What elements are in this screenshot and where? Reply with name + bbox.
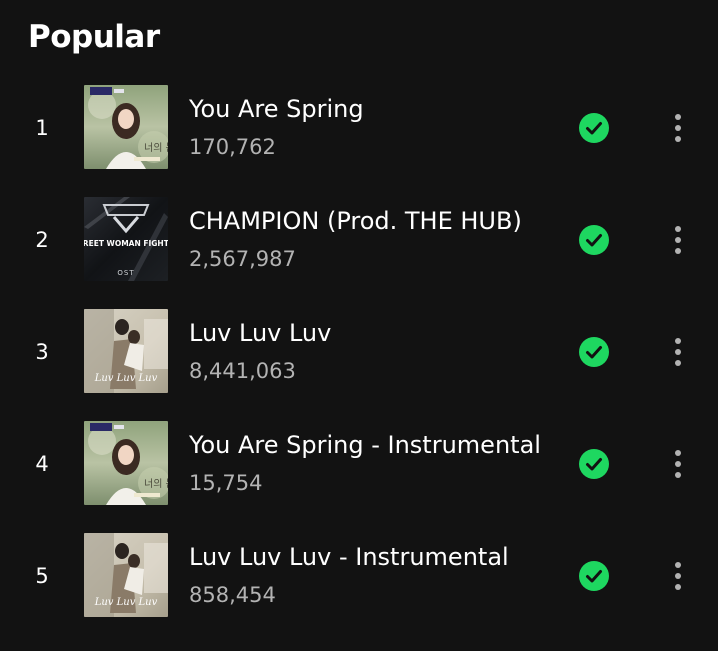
more-options-button[interactable] [662, 445, 694, 483]
track-rank: 3 [35, 340, 49, 364]
track-play-count: 8,441,063 [189, 359, 296, 383]
track-row-2[interactable]: 2 STREET WOMAN FIGHTER OST CHAMP [0, 197, 718, 309]
track-row-5[interactable]: 5 Luv Luv Luv Luv Luv Luv - Instrumental… [0, 533, 718, 645]
track-title: Luv Luv Luv - Instrumental [189, 543, 509, 571]
track-title: Luv Luv Luv [189, 319, 332, 347]
album-art-luv: Luv Luv Luv [84, 533, 168, 617]
track-row-4[interactable]: 4 너의 봄 [0, 421, 718, 533]
check-circle-icon [579, 337, 609, 367]
more-options-button[interactable] [662, 221, 694, 259]
check-circle-icon [579, 225, 609, 255]
track-row-1[interactable]: 1 너의 봄 [0, 85, 718, 197]
track-rank: 2 [35, 228, 49, 252]
album-art-luv: Luv Luv Luv [84, 309, 168, 393]
track-play-count: 15,754 [189, 471, 263, 495]
album-art-street-woman-fighter: STREET WOMAN FIGHTER OST [84, 197, 168, 281]
album-art-text: Luv Luv Luv [94, 373, 158, 384]
track-rank: 1 [35, 116, 49, 140]
track-play-count: 2,567,987 [189, 247, 296, 271]
track-play-count: 170,762 [189, 135, 276, 159]
album-art-spring: 너의 봄 [84, 85, 168, 169]
album-art-text: Luv Luv Luv [94, 597, 158, 608]
track-rank: 5 [35, 564, 49, 588]
more-vertical-icon [675, 450, 681, 478]
track-title: You Are Spring - Instrumental [189, 431, 541, 459]
more-vertical-icon [675, 338, 681, 366]
more-vertical-icon [675, 226, 681, 254]
check-circle-icon [579, 561, 609, 591]
check-circle-icon [579, 113, 609, 143]
more-options-button[interactable] [662, 109, 694, 147]
album-art-subtext: OST [117, 269, 134, 277]
svg-text:너의 봄: 너의 봄 [144, 478, 168, 490]
album-art-spring: 너의 봄 [84, 421, 168, 505]
track-title: CHAMPION (Prod. THE HUB) [189, 207, 522, 235]
album-art-text: STREET WOMAN FIGHTER [84, 239, 168, 248]
more-options-button[interactable] [662, 333, 694, 371]
more-options-button[interactable] [662, 557, 694, 595]
check-circle-icon [579, 449, 609, 479]
popular-track-list: 1 너의 봄 [0, 0, 718, 651]
track-row-3[interactable]: 3 Luv Luv Luv Luv Luv Luv 8,441,063 [0, 309, 718, 421]
track-play-count: 858,454 [189, 583, 276, 607]
svg-text:너의 봄: 너의 봄 [144, 142, 168, 154]
track-title: You Are Spring [189, 95, 364, 123]
track-rank: 4 [35, 452, 49, 476]
more-vertical-icon [675, 562, 681, 590]
more-vertical-icon [675, 114, 681, 142]
